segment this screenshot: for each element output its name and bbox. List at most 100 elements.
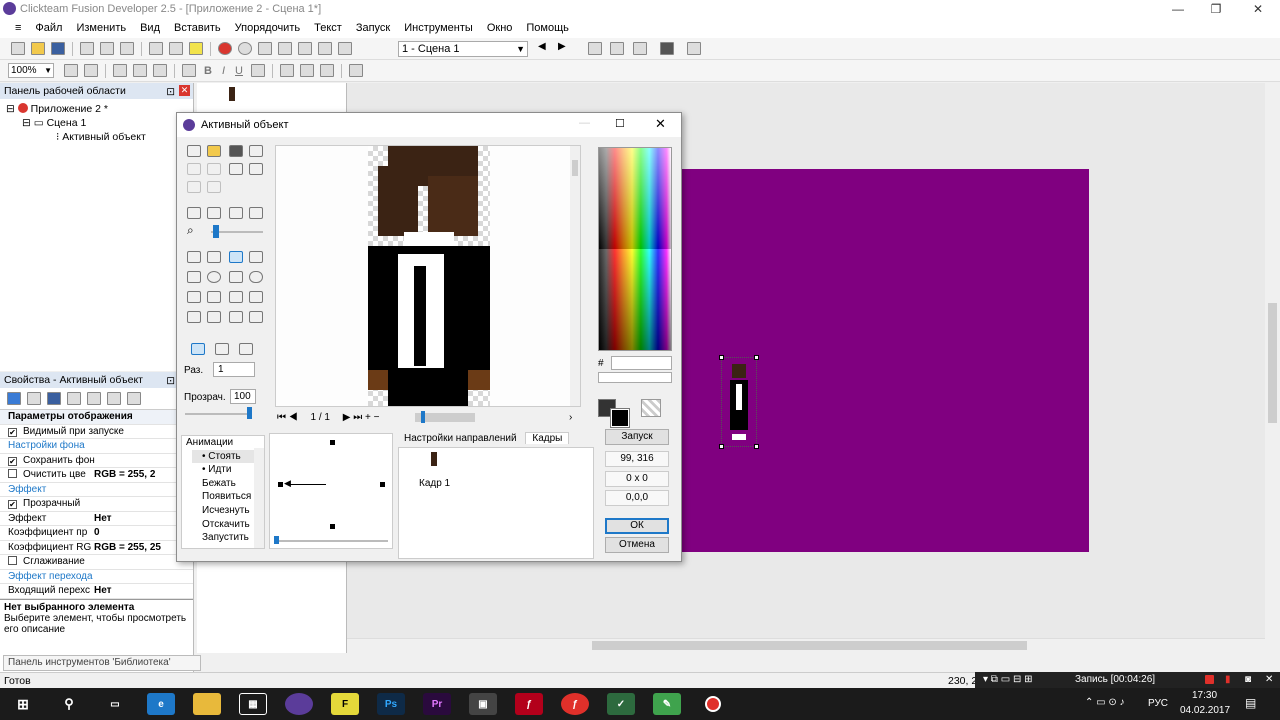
property-row[interactable]: Очистить цве RGB = 255, 2 (0, 468, 193, 483)
direction-dot-up[interactable] (330, 440, 335, 445)
next-frame-icon[interactable]: ▶ (343, 412, 351, 423)
data-elements-icon[interactable] (338, 42, 352, 55)
recorder-icon[interactable] (699, 693, 727, 715)
fill-icon[interactable] (187, 291, 201, 303)
app-icon-green[interactable]: ✓ (607, 693, 635, 715)
horizontal-scrollbar[interactable] (347, 638, 1265, 652)
event-editor-icon[interactable] (298, 42, 312, 55)
open-icon[interactable] (31, 42, 45, 55)
first-frame-icon[interactable]: ⏮ (277, 412, 286, 423)
selection-handle[interactable] (754, 355, 759, 360)
tray-icons[interactable]: ⌃ ▭ ⊙ ♪ (1085, 697, 1125, 708)
hand-icon[interactable] (64, 64, 78, 77)
undo-icon[interactable] (149, 42, 163, 55)
property-row[interactable]: Входящий перехс Нет (0, 584, 193, 599)
premiere-icon[interactable]: Pr (423, 693, 451, 715)
pencil-icon[interactable] (249, 251, 263, 263)
property-checkbox[interactable] (8, 556, 17, 565)
collapse-icon[interactable]: ⊟ (6, 103, 15, 115)
record-icon[interactable] (1205, 675, 1214, 684)
redo-icon[interactable] (207, 181, 221, 193)
property-value[interactable]: RGB = 255, 25 (94, 541, 161, 555)
notification-icon[interactable]: ▤ (1245, 696, 1256, 710)
direction-selector[interactable]: ◀ (269, 433, 393, 549)
menu-arrange[interactable]: Упорядочить (228, 22, 307, 34)
runtime-tab-icon[interactable] (47, 392, 61, 405)
speed-slider-thumb[interactable] (274, 536, 279, 544)
forward-icon[interactable] (238, 42, 252, 55)
menu-help[interactable]: Помощь (519, 22, 576, 34)
table-icon[interactable] (133, 64, 147, 77)
lasso-icon[interactable] (207, 311, 221, 323)
language-indicator[interactable]: РУС (1148, 698, 1168, 709)
scroll-right-icon[interactable]: › (569, 411, 572, 425)
property-value[interactable]: RGB = 255, 2 (94, 468, 155, 482)
hex-input[interactable] (611, 356, 672, 370)
cancel-button[interactable]: Отмена (605, 537, 669, 553)
transparent-icon[interactable] (249, 311, 263, 323)
text-icon[interactable] (229, 291, 243, 303)
selection-handle[interactable] (719, 444, 724, 449)
picker-icon[interactable] (207, 251, 221, 263)
opacity-input[interactable]: 100 (230, 389, 256, 404)
save-icon[interactable] (229, 145, 243, 157)
rotate-icon[interactable] (229, 207, 243, 219)
align-right-icon[interactable] (319, 64, 334, 77)
acrobat-icon[interactable]: ƒ (561, 693, 589, 715)
tree-item-scene[interactable]: ⊟ ▭ Сцена 1 (0, 116, 193, 130)
active-object-instance[interactable] (719, 355, 759, 449)
zoom-slider-thumb[interactable] (213, 225, 219, 238)
clock-time[interactable]: 17:30 (1192, 690, 1217, 701)
eye-icon[interactable] (229, 311, 243, 323)
close-icon[interactable]: ✕ (655, 116, 666, 132)
brush-icon[interactable] (229, 251, 243, 263)
tab-direction-settings[interactable]: Настройки направлений (398, 433, 523, 444)
start-icon[interactable]: ⊞ (9, 693, 37, 715)
movement-tab-icon[interactable] (27, 392, 41, 405)
polygon-icon[interactable] (229, 271, 243, 283)
transparent-color[interactable] (641, 399, 661, 417)
size-tab-icon[interactable] (127, 392, 141, 405)
events-tab-icon[interactable] (67, 392, 81, 405)
explorer-icon[interactable] (193, 693, 221, 715)
scroll-thumb[interactable] (1268, 303, 1277, 423)
grid-snap-icon[interactable] (153, 64, 167, 77)
frame-thumbnail[interactable] (431, 452, 437, 466)
property-row[interactable]: ✔ Прозрачный (0, 497, 193, 512)
selection-handle[interactable] (719, 355, 724, 360)
event-list-icon[interactable] (318, 42, 332, 55)
property-row[interactable]: Эффект Нет (0, 512, 193, 526)
values-tab-icon[interactable] (87, 392, 101, 405)
stop-icon[interactable] (218, 42, 232, 55)
fusion-icon[interactable] (285, 693, 313, 715)
menu-text[interactable]: Текст (307, 22, 349, 34)
grid-icon[interactable] (610, 42, 624, 55)
opacity-slider[interactable] (185, 413, 251, 415)
pin-icon[interactable]: ⊡ (166, 84, 175, 100)
rectangle-icon[interactable] (187, 271, 201, 283)
prev-scene-icon[interactable]: ◀ (538, 41, 546, 52)
tab-frames[interactable]: Кадры (525, 432, 570, 444)
align-left-icon[interactable] (279, 64, 294, 77)
undo-icon[interactable] (187, 181, 201, 193)
pin-icon[interactable]: ⊡ (166, 373, 175, 389)
color-palette[interactable] (598, 147, 672, 351)
last-frame-icon[interactable]: ⏭ (353, 412, 362, 423)
layout-icon[interactable] (687, 42, 701, 55)
color-icon[interactable] (250, 64, 265, 77)
window-icon[interactable] (633, 42, 647, 55)
close-icon[interactable]: ✕ (179, 85, 190, 96)
object-thumbnail[interactable] (229, 87, 235, 101)
flip-v-icon[interactable] (207, 207, 221, 219)
shape-icon[interactable] (249, 271, 263, 283)
collapse-icon[interactable]: ⊟ (22, 117, 31, 129)
copy-icon[interactable] (100, 42, 114, 55)
direction-dot-down[interactable] (330, 524, 335, 529)
close-button[interactable]: ✕ (1240, 0, 1276, 18)
paste-icon[interactable] (120, 42, 134, 55)
menu-icon[interactable]: ≡ (8, 22, 28, 34)
delete-icon[interactable] (249, 163, 263, 175)
brush-style-2-icon[interactable] (215, 343, 229, 355)
flash-app-icon[interactable]: F (331, 693, 359, 715)
property-value[interactable]: 0 (94, 526, 100, 540)
